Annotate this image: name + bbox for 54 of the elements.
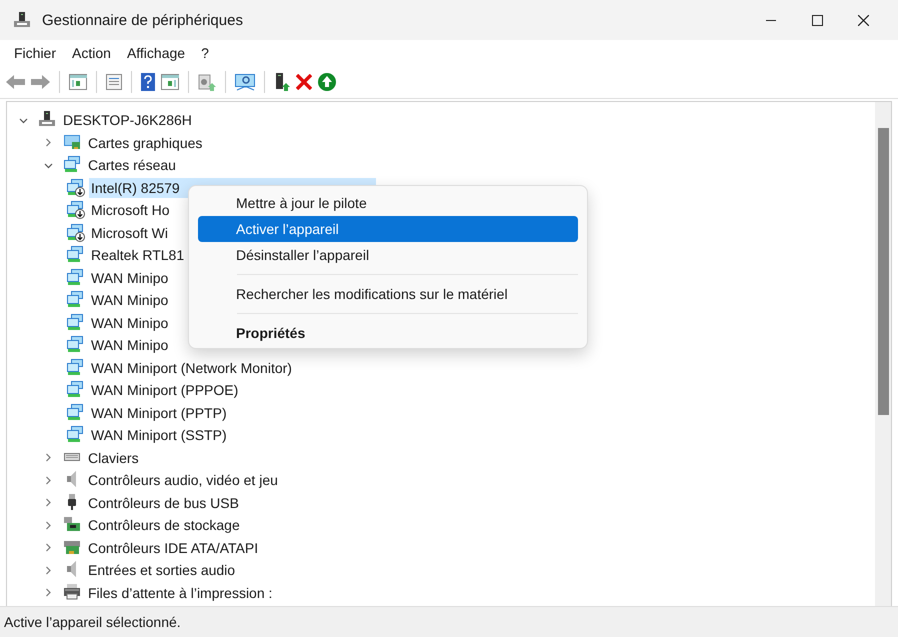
tree-item[interactable]: WAN Minipo xyxy=(89,312,170,333)
panel-toggle-icon[interactable] xyxy=(161,74,179,90)
menu-item[interactable]: Activer l’appareil xyxy=(198,216,578,242)
tree-item[interactable]: Entrées et sorties audio xyxy=(86,560,238,580)
scrollbar[interactable] xyxy=(875,102,891,606)
tree-item[interactable]: Contrôleurs de stockage xyxy=(86,515,242,536)
network-adapter-icon xyxy=(64,156,82,174)
chevron-right-icon[interactable] xyxy=(44,138,52,148)
ide-controller-icon xyxy=(64,538,82,557)
chevron-down-icon[interactable] xyxy=(18,116,28,124)
tree-item[interactable]: Cartes réseau xyxy=(86,155,178,176)
chevron-right-icon[interactable] xyxy=(44,453,52,462)
tree-item[interactable]: Cartes graphiques xyxy=(86,132,204,153)
chevron-right-icon[interactable] xyxy=(44,566,52,575)
app-icon xyxy=(14,12,30,28)
menu-item[interactable]: Rechercher les modifications sur le matériel xyxy=(198,281,578,307)
chevron-right-icon[interactable] xyxy=(44,543,52,552)
device-enable-icon[interactable] xyxy=(274,73,290,91)
chevron-down-icon[interactable] xyxy=(44,162,52,169)
tree-item[interactable]: Realtek RTL81 xyxy=(89,245,186,266)
chevron-right-icon[interactable] xyxy=(44,476,52,485)
tree-item[interactable]: WAN Minipo xyxy=(89,290,170,310)
tree-item[interactable]: WAN Minipo xyxy=(89,268,170,288)
tree-item[interactable]: WAN Miniport (PPPOE) xyxy=(89,380,240,400)
chevron-right-icon[interactable] xyxy=(44,588,52,598)
chevron-right-icon[interactable] xyxy=(44,520,52,530)
delete-icon[interactable] xyxy=(296,74,312,90)
monitor-scan-icon[interactable] xyxy=(235,73,255,91)
printer-icon xyxy=(64,584,82,602)
tree-item[interactable]: Files d’attente à l’impression : xyxy=(86,582,274,603)
tree-item[interactable]: WAN Miniport (SSTP) xyxy=(89,425,229,446)
help-icon[interactable] xyxy=(141,73,155,91)
properties-icon[interactable] xyxy=(106,74,122,90)
tree-item[interactable]: Contrôleurs audio, vidéo et jeu xyxy=(86,470,280,490)
menu-item[interactable]: Action xyxy=(64,45,119,61)
upload-icon[interactable] xyxy=(318,73,336,91)
tree-item[interactable]: Contrôleurs IDE ATA/ATAPI xyxy=(86,538,260,558)
tree-item[interactable]: WAN Miniport (Network Monitor) xyxy=(89,358,294,378)
tree-item[interactable]: DESKTOP-J6K286H xyxy=(61,110,194,130)
menu-item[interactable]: Propriétés xyxy=(198,320,578,346)
tree-item[interactable]: Claviers xyxy=(86,448,141,468)
monitor-icon xyxy=(64,134,82,152)
tree-item[interactable]: WAN Miniport (PPTP) xyxy=(89,402,229,423)
menu-item[interactable]: Mettre à jour le pilote xyxy=(198,190,578,216)
menu-item[interactable]: Affichage xyxy=(118,45,194,61)
menu-item[interactable]: Fichier xyxy=(6,45,64,61)
menu-item[interactable]: ? xyxy=(193,45,217,61)
chevron-right-icon[interactable] xyxy=(44,498,52,508)
window-title: Gestionnaire de périphériques xyxy=(42,12,243,28)
tree-item[interactable]: WAN Minipo xyxy=(89,335,170,356)
tree-item[interactable]: Contrôleurs de bus USB xyxy=(86,492,241,513)
panel-toggle-icon[interactable] xyxy=(69,74,87,90)
menu-item[interactable]: Désinstaller l’appareil xyxy=(198,242,578,268)
status-text: Active l’appareil sélectionné. xyxy=(4,614,181,630)
